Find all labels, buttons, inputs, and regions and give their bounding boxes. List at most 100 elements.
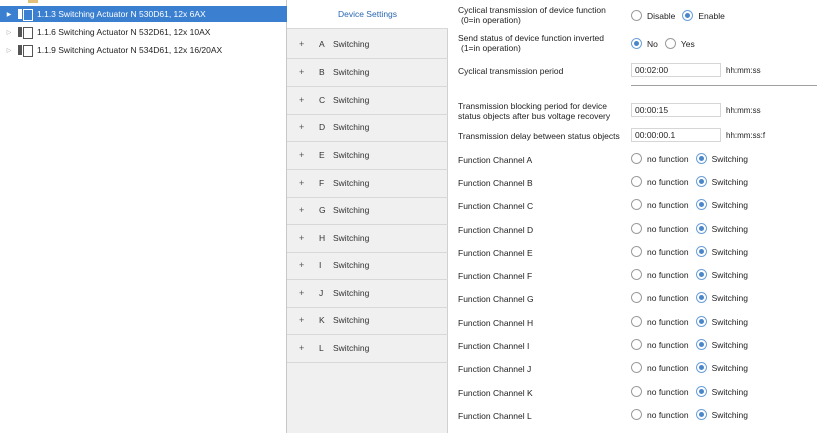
expand-plus-icon[interactable]: + [299, 67, 309, 77]
radio-no-function[interactable]: no function [631, 176, 689, 187]
expand-arrow-icon[interactable]: ▷ [4, 47, 14, 54]
radio-circle-icon [631, 386, 642, 397]
nav-item-label: Switching [333, 95, 370, 105]
radio-no[interactable]: No [631, 38, 658, 49]
radio-group: no function Switching [631, 199, 755, 210]
nav-device-settings[interactable]: Device Settings [287, 0, 448, 29]
tree-item-label: 1.1.3 Switching Actuator N 530D61, 12x 6… [37, 9, 206, 19]
expand-plus-icon[interactable]: + [299, 260, 309, 270]
param-label: Function Channel L [458, 411, 532, 421]
cyclical-period-input[interactable]: 00:02:00 [631, 63, 721, 77]
expand-arrow-icon[interactable]: ▶ [4, 11, 14, 18]
param-label: Function Channel C [458, 201, 534, 211]
radio-enable[interactable]: Enable [682, 10, 725, 21]
radio-switching[interactable]: Switching [695, 199, 748, 210]
nav-item-label: Switching [333, 288, 370, 298]
radio-circle-icon [631, 10, 642, 21]
expand-plus-icon[interactable]: + [299, 315, 309, 325]
radio-no-function[interactable]: no function [631, 269, 689, 280]
radio-switching[interactable]: Switching [695, 292, 748, 303]
radio-switching[interactable]: Switching [695, 362, 748, 373]
radio-no-function[interactable]: no function [631, 339, 689, 350]
nav-item-switching[interactable]: + C Switching [287, 86, 448, 115]
radio-group: no function Switching [631, 269, 755, 280]
device-tree: ▶ 1.1.3 Switching Actuator N 530D61, 12x… [0, 0, 287, 433]
radio-no-function[interactable]: no function [631, 223, 689, 234]
nav-item-label: Switching [333, 233, 370, 243]
radio-label: no function [647, 339, 689, 350]
nav-item-switching[interactable]: + A Switching [287, 30, 448, 59]
radio-switching[interactable]: Switching [695, 176, 748, 187]
param-row-function-channel: Function Channel B no function Switching [448, 173, 817, 191]
nav-item-switching[interactable]: + J Switching [287, 279, 448, 308]
radio-switching[interactable]: Switching [695, 409, 748, 420]
param-row-function-channel: Function Channel I no function Switching [448, 336, 817, 354]
nav-item-switching[interactable]: + H Switching [287, 224, 448, 253]
radio-switching[interactable]: Switching [695, 269, 748, 280]
expand-plus-icon[interactable]: + [299, 178, 309, 188]
expand-arrow-icon[interactable]: ▷ [4, 29, 14, 36]
radio-label: Yes [680, 38, 695, 49]
param-label: Function Channel D [458, 225, 534, 235]
radio-no-function[interactable]: no function [631, 246, 689, 257]
radio-no-function[interactable]: no function [631, 316, 689, 327]
radio-group: no function Switching [631, 316, 755, 327]
nav-item-switching[interactable]: + I Switching [287, 251, 448, 280]
tree-item-device[interactable]: ▶ 1.1.3 Switching Actuator N 530D61, 12x… [0, 6, 287, 22]
tree-top-fragment [0, 0, 287, 5]
radio-switching[interactable]: Switching [695, 223, 748, 234]
nav-item-switching[interactable]: + D Switching [287, 113, 448, 142]
expand-plus-icon[interactable]: + [299, 288, 309, 298]
nav-item-switching[interactable]: + L Switching [287, 334, 448, 363]
unit-label: hh:mm:ss:f [726, 131, 766, 140]
param-label-line: (1=in operation) [461, 43, 521, 53]
parameter-nav: Device Settings + A Switching + B Switching + C… [287, 0, 448, 433]
radio-group: no function Switching [631, 153, 755, 164]
radio-circle-icon [695, 246, 707, 257]
nav-item-switching[interactable]: + K Switching [287, 306, 448, 335]
radio-no-function[interactable]: no function [631, 409, 689, 420]
nav-item-switching[interactable]: + B Switching [287, 58, 448, 87]
status-delay-input[interactable]: 00:00:00.1 [631, 128, 721, 142]
expand-plus-icon[interactable]: + [299, 122, 309, 132]
radio-group: No Yes [631, 38, 702, 49]
radio-no-function[interactable]: no function [631, 362, 689, 373]
nav-item-switching[interactable]: + F Switching [287, 169, 448, 198]
param-label: Cyclical transmission period [458, 66, 564, 76]
nav-item-label: Switching [333, 122, 370, 132]
param-label: Function Channel K [458, 388, 533, 398]
param-row-function-channel: Function Channel A no function Switching [448, 150, 817, 168]
param-label-line: Send status of device function inverted [458, 33, 605, 43]
tree-item-device[interactable]: ▷ 1.1.9 Switching Actuator N 534D61, 12x… [0, 42, 287, 58]
radio-switching[interactable]: Switching [695, 153, 748, 164]
radio-label: Switching [711, 362, 748, 373]
expand-plus-icon[interactable]: + [299, 95, 309, 105]
nav-item-label: Switching [333, 260, 370, 270]
blocking-period-input[interactable]: 00:00:15 [631, 103, 721, 117]
radio-group: no function Switching [631, 176, 755, 187]
radio-label: Switching [711, 223, 748, 234]
radio-no-function[interactable]: no function [631, 292, 689, 303]
radio-label: no function [647, 199, 689, 210]
expand-plus-icon[interactable]: + [299, 205, 309, 215]
radio-switching[interactable]: Switching [695, 316, 748, 327]
radio-disable[interactable]: Disable [631, 10, 675, 21]
expand-plus-icon[interactable]: + [299, 39, 309, 49]
radio-no-function[interactable]: no function [631, 153, 689, 164]
radio-switching[interactable]: Switching [695, 386, 748, 397]
nav-item-switching[interactable]: + E Switching [287, 141, 448, 170]
expand-plus-icon[interactable]: + [299, 233, 309, 243]
radio-label: no function [647, 386, 689, 397]
expand-plus-icon[interactable]: + [299, 150, 309, 160]
tree-item-device[interactable]: ▷ 1.1.6 Switching Actuator N 532D61, 12x… [0, 24, 287, 40]
radio-yes[interactable]: Yes [664, 38, 695, 49]
param-row-status-delay: Transmission delay between status object… [448, 127, 817, 145]
radio-no-function[interactable]: no function [631, 386, 689, 397]
radio-switching[interactable]: Switching [695, 339, 748, 350]
radio-no-function[interactable]: no function [631, 199, 689, 210]
nav-item-label: Switching [333, 39, 370, 49]
parameter-panel: Cyclical transmission of device function… [448, 0, 817, 433]
expand-plus-icon[interactable]: + [299, 343, 309, 353]
radio-switching[interactable]: Switching [695, 246, 748, 257]
nav-item-switching[interactable]: + G Switching [287, 196, 448, 225]
